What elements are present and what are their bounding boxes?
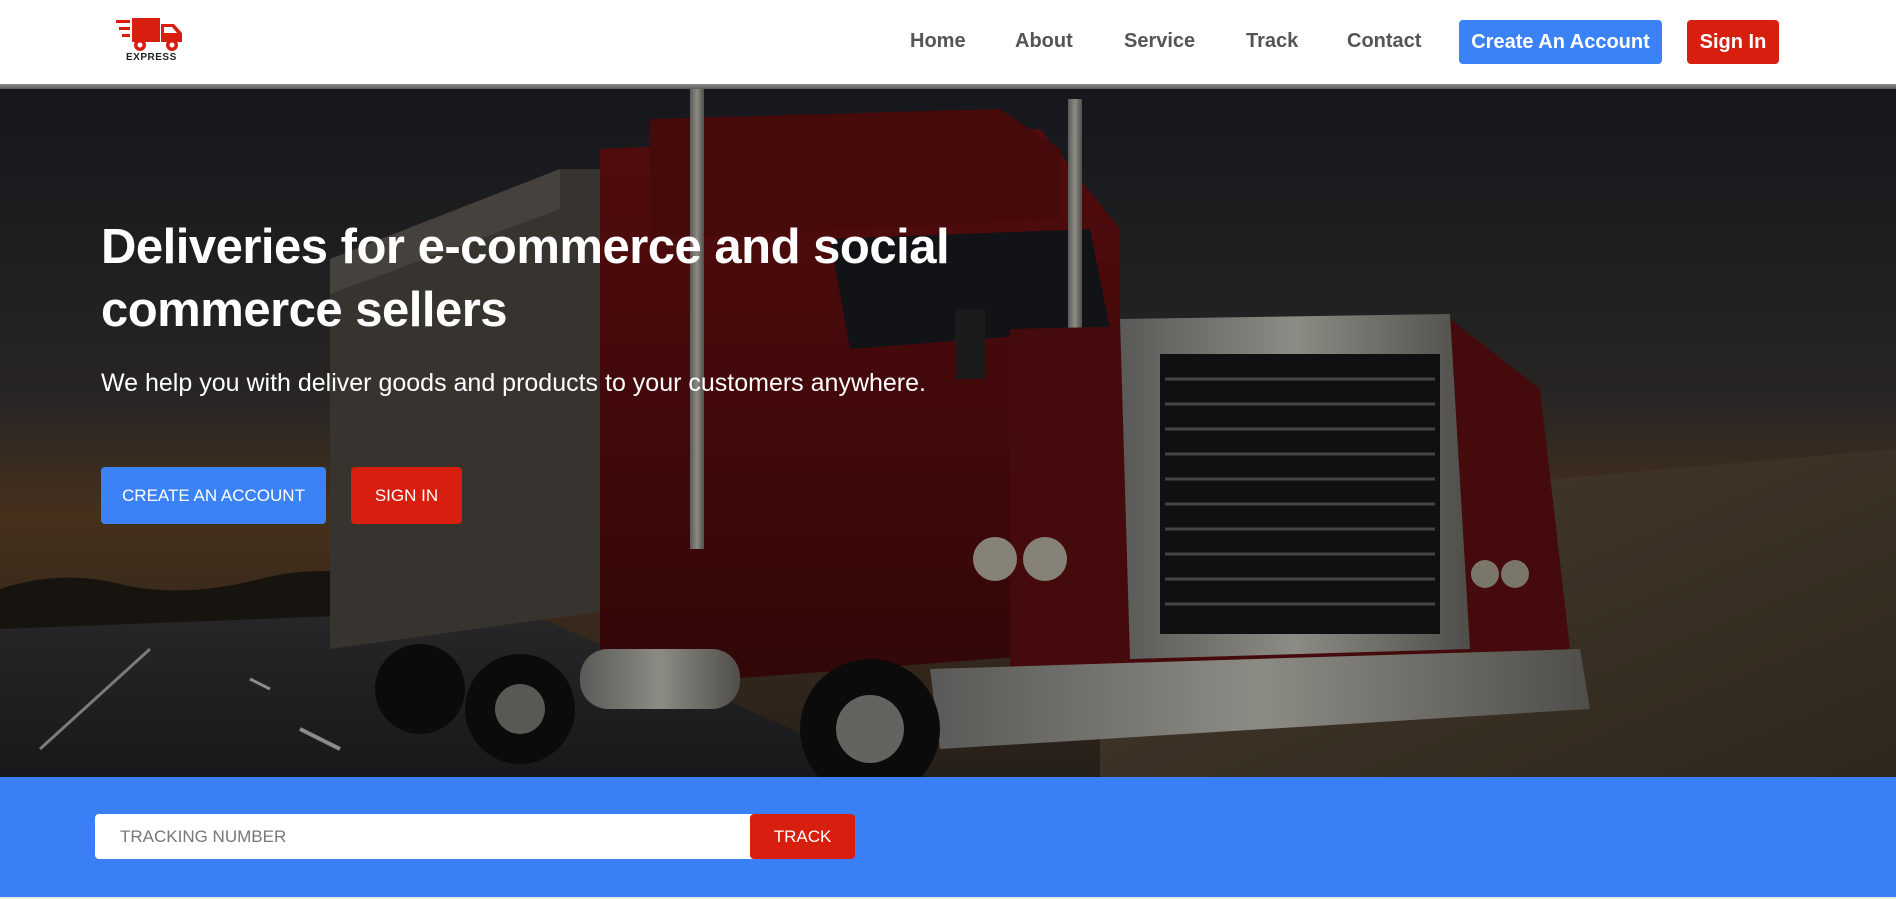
nav-service[interactable]: Service [1124,30,1195,53]
nav-track[interactable]: Track [1246,30,1298,53]
nav-about[interactable]: About [1015,30,1073,53]
logo-text: EXPRESS [126,52,177,63]
hero-dark-overlay [0,89,1896,777]
nav-home[interactable]: Home [910,30,966,53]
hero-create-account-button[interactable]: CREATE AN ACCOUNT [101,467,326,524]
nav-contact[interactable]: Contact [1347,30,1421,53]
hero-sign-in-button[interactable]: SIGN IN [351,467,462,524]
track-button[interactable]: TRACK [750,814,855,859]
hero-subtitle: We help you with deliver goods and produ… [101,369,926,397]
tracking-number-input[interactable] [95,814,768,859]
hero-section: Deliveries for e-commerce and social com… [0,89,1896,777]
tracking-section: TRACK [0,777,1896,897]
hero-title: Deliveries for e-commerce and social com… [101,220,950,337]
header-create-account-button[interactable]: Create An Account [1459,20,1662,64]
header-sign-in-button[interactable]: Sign In [1687,20,1779,64]
site-header: EXPRESS Home About Service Track Contact… [0,0,1896,84]
